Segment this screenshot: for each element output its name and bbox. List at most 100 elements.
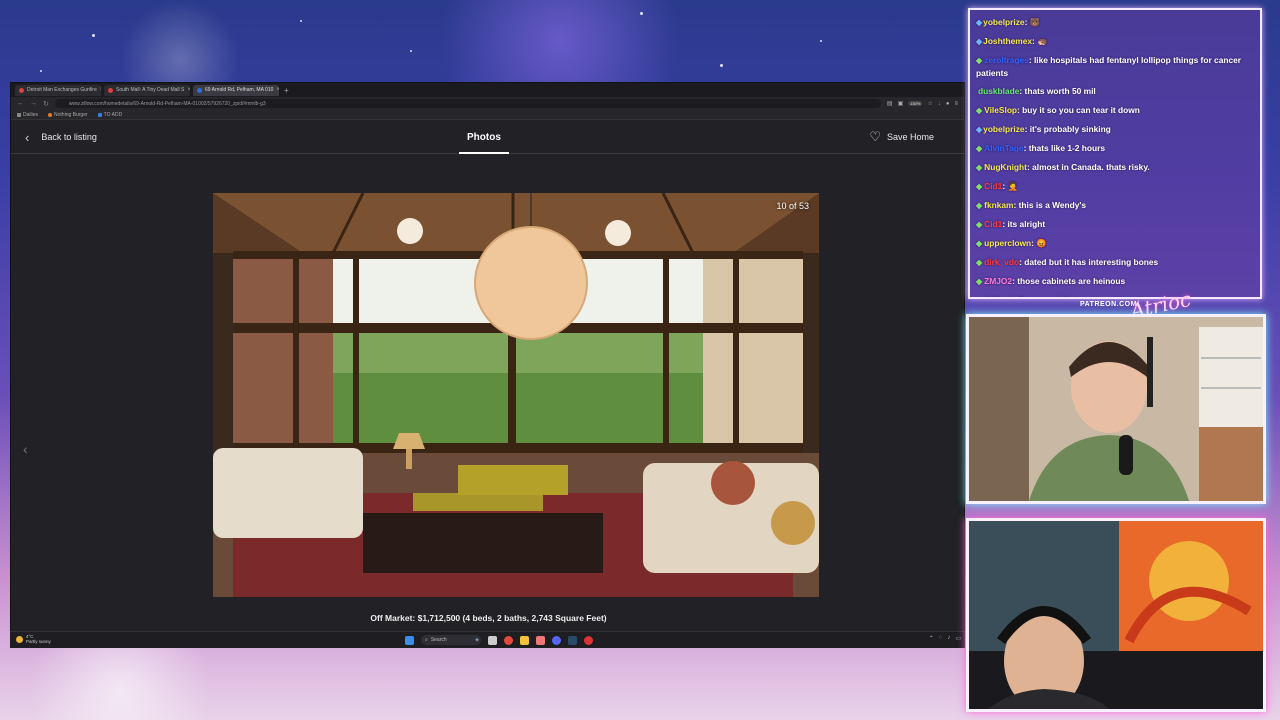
discord-icon[interactable] [552,635,561,645]
reader-icon[interactable]: ▤ [887,100,893,107]
gem-badge-icon: ◆ [976,182,983,191]
chat-username[interactable]: duskblade [978,86,1019,96]
bookmark-item[interactable]: TO ADD [97,112,122,118]
save-label: Save Home [886,132,934,142]
back-label: Back to listing [41,132,97,142]
chat-username[interactable]: AlvinTage [984,143,1023,153]
chat-text: almost in Canada. thats risky. [1032,162,1150,172]
obs-icon[interactable] [584,635,593,645]
bookmarks-bar: Dailies Nothing Burger TO ADD [11,110,964,120]
new-tab-icon[interactable]: + [284,86,289,95]
close-tab-icon[interactable]: × [276,87,279,93]
chat-username[interactable]: yobelprize [983,124,1024,134]
steam-icon[interactable] [568,635,577,645]
chrome-icon[interactable] [504,635,513,645]
taskbar-apps: ⌕ Search ◈ [405,635,593,645]
chat-text: buy it so you can tear it down [1022,105,1140,115]
chat-username[interactable]: VileSlop [984,105,1017,115]
active-tab-indicator [459,152,509,154]
url-field[interactable]: www.zillow.com/homedetails/69-Arnold-Rd-… [54,99,881,108]
chat-username[interactable]: GOX_X [984,295,1013,297]
star-icon[interactable]: ☆ [927,100,932,107]
gem-badge-icon: ◆ [976,144,983,153]
chat-text: those cabinets are heinous [1017,276,1126,286]
tab-photos[interactable]: Photos [467,120,501,154]
display-icon[interactable]: ▭ [955,635,961,642]
chat-text: thats worth 50 mil [1024,86,1096,96]
chat-username[interactable]: zeroltrages [984,55,1029,65]
chat-username[interactable]: NugKnight [984,162,1027,172]
webcam-guest [966,518,1266,712]
download-icon[interactable]: ↓ [938,101,941,107]
zoom-level[interactable]: 150% [908,101,923,106]
forward-arrow-icon[interactable]: → [30,100,37,107]
sub-badge-icon: ◆ [976,125,983,134]
listing-photo: 10 of 53 [213,193,819,597]
burger-icon [48,112,53,117]
chat-message: ◆ zeroltrages: like hospitals had fentany… [976,54,1254,79]
browser-tab[interactable]: Detroit Man Exchanges Gunfire × [15,84,101,96]
chat-message: duskblade: thats worth 50 mil [976,85,1254,98]
youtube-icon [19,87,24,93]
weather-widget[interactable]: 4°C Partly sunny [16,634,51,644]
gem-badge-icon: ◆ [976,220,983,229]
chat-text: 🦔 [1037,36,1048,46]
save-home-button[interactable]: ♡ Save Home [869,120,934,154]
gem-badge-icon: ◆ [976,106,983,115]
chat-username[interactable]: upperclown [984,238,1031,248]
guest-cam-illustration [969,521,1263,709]
gem-badge-icon: ◆ [976,258,983,267]
chat-message: ◆Joshthemex: 🦔 [976,35,1254,48]
address-tools: ▤ ▣ 150% ☆ ↓ ● ≡ [887,100,958,108]
system-tray: ⌃ ◌ ♪ ▭ [929,635,961,642]
chat-text: its alright [1007,219,1046,229]
network-icon[interactable]: ◌ [939,635,943,642]
chat-username[interactable]: fknkam [984,200,1013,210]
gem-badge-icon: ◆ [976,201,983,210]
youtube-icon [108,87,113,93]
windows-start-icon[interactable] [405,635,414,645]
chat-text: 🤦 [1007,181,1018,191]
webcam-streamer [966,314,1266,504]
sub-badge-icon: ◆ [976,18,983,27]
chat-message: ◆ VileSlop: buy it so you can tear it dow… [976,104,1254,117]
menu-icon[interactable]: ≡ [954,101,958,107]
search-label: Search [430,637,447,643]
file-explorer-icon[interactable] [520,635,529,645]
chat-message: ◆ AlvinTage: thats like 1-2 hours [976,142,1254,155]
tray-chevron-icon[interactable]: ⌃ [929,635,934,642]
folder-icon [17,112,21,117]
app-icon[interactable] [536,635,545,645]
extension-icon[interactable]: ● [946,101,950,107]
chat-username[interactable]: ZMJO2 [984,276,1012,286]
chat-username[interactable]: yobelprize [983,17,1024,27]
taskbar-search[interactable]: ⌕ Search ◈ [421,635,481,645]
bookmark-item[interactable]: Dailies [17,112,38,118]
search-icon: ⌕ [425,637,428,643]
reload-icon[interactable]: ↻ [43,100,49,108]
bookmark-item[interactable]: Nothing Burger [48,112,88,118]
chat-username[interactable]: Cid1 [984,219,1002,229]
chat-username[interactable]: dirk_vdo [984,257,1019,267]
close-tab-icon[interactable]: × [100,87,101,93]
chat-message: ◆yobelprize: it's probably sinking [976,123,1254,136]
back-to-listing-button[interactable]: ‹ Back to listing [25,120,97,154]
task-view-icon[interactable] [488,635,497,645]
bookmark-label: Dailies [23,111,39,118]
close-tab-icon[interactable]: × [187,87,190,93]
chat-message: ◆ NugKnight: almost in Canada. thats risk… [976,161,1254,174]
screenshot-icon[interactable]: ▣ [898,100,904,107]
chat-username[interactable]: Joshthemex [983,36,1032,46]
browser-tab-active[interactable]: 69 Arnold Rd, Pelham, MA 010 × [193,84,279,96]
chat-message: ◆yobelprize: 🐻 [976,16,1254,29]
browser-tab[interactable]: South Mall: A Tiny Dead Mall S × [104,84,190,96]
gem-badge-icon: ◆ [976,163,983,172]
back-arrow-icon[interactable]: ← [17,100,24,107]
chat-username[interactable]: Cid1 [984,181,1002,191]
chat-text: it's probably sinking [1029,124,1111,134]
volume-icon[interactable]: ♪ [947,635,950,642]
living-room-illustration [213,193,819,597]
previous-photo-icon[interactable]: ‹ [23,441,28,457]
browser-window: Detroit Man Exchanges Gunfire × South Ma… [10,82,965,648]
chevron-left-icon: ‹ [25,129,30,145]
